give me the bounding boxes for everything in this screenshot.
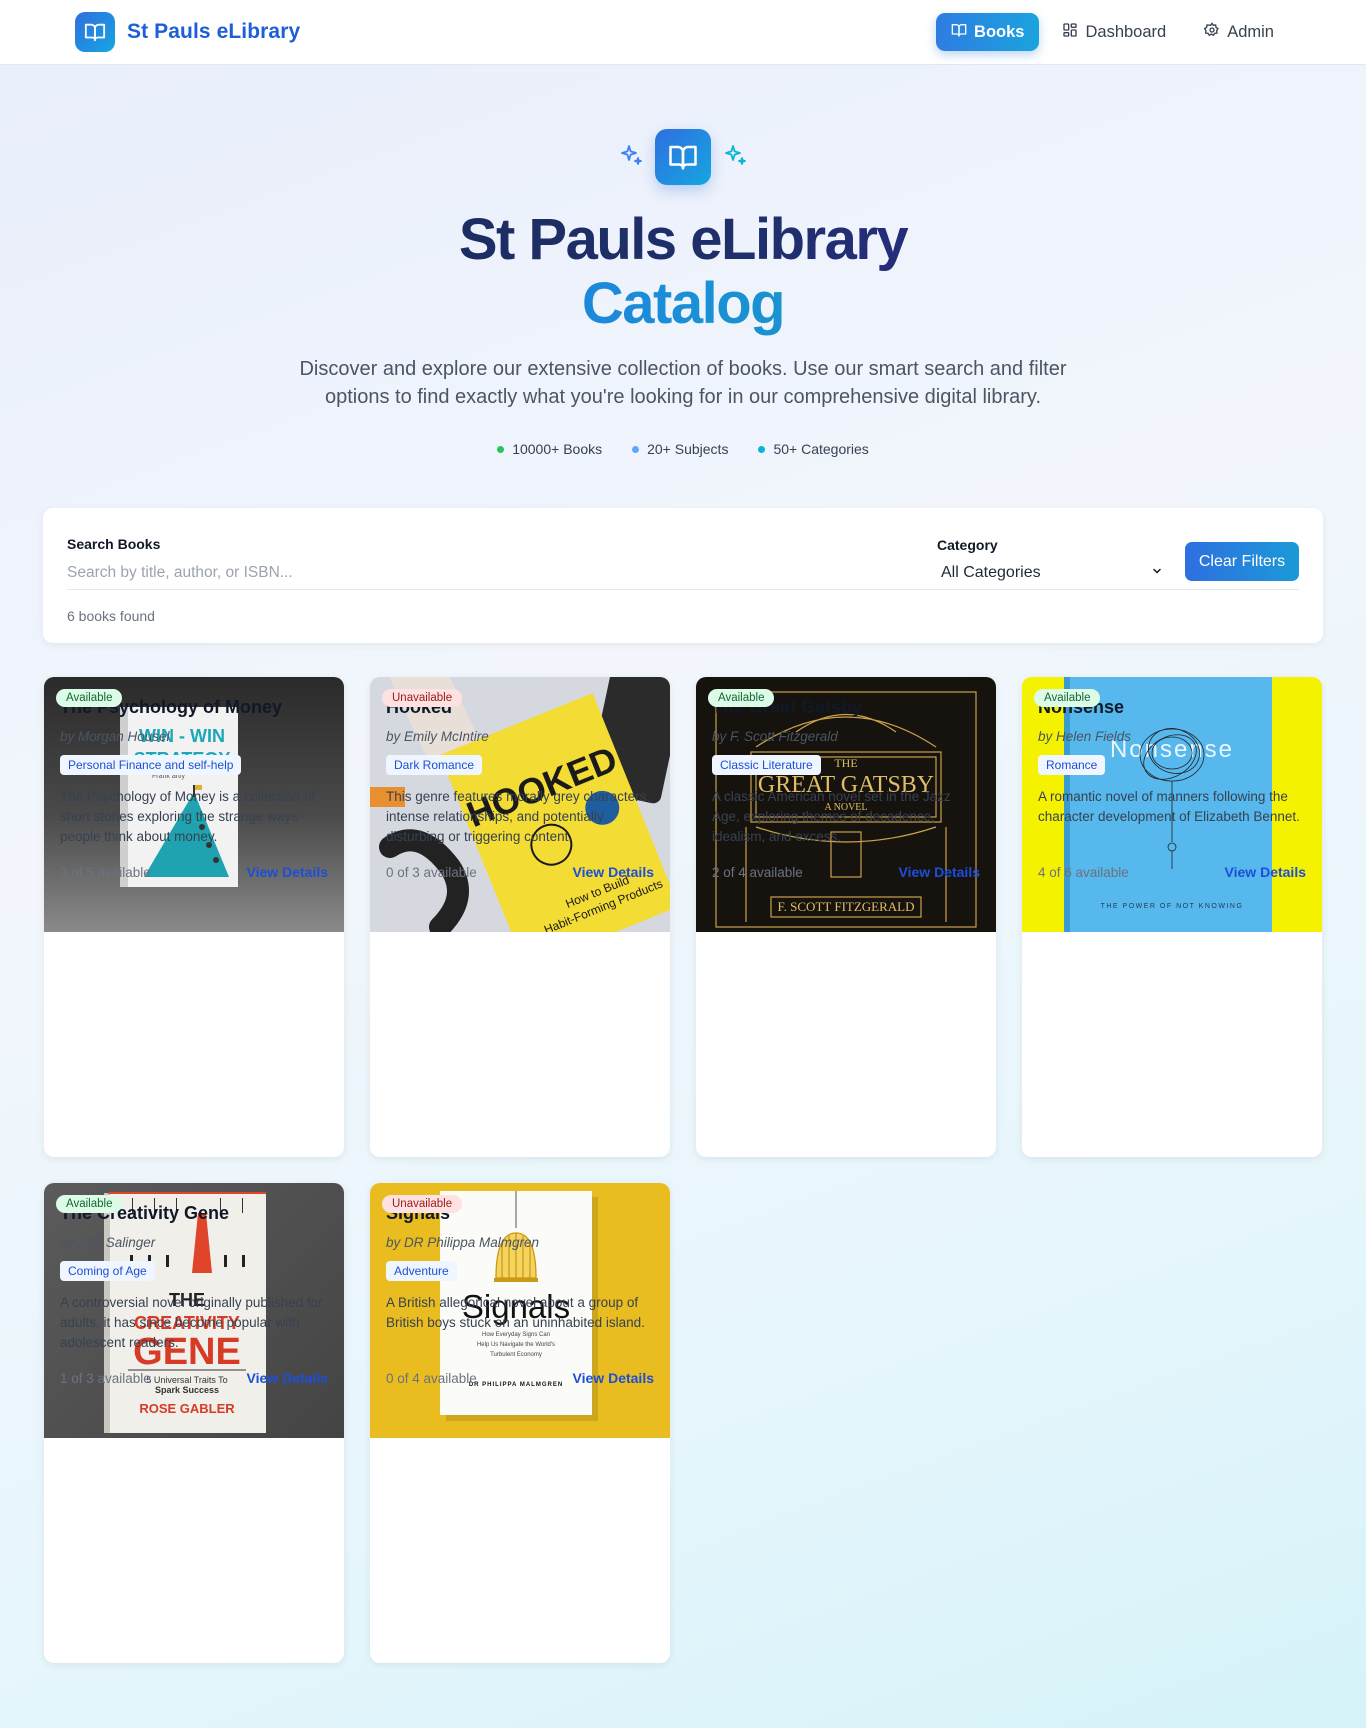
nav-item-dashboard[interactable]: Dashboard [1047, 13, 1181, 51]
brand[interactable]: St Pauls eLibrary [75, 12, 300, 52]
gear-icon [1203, 21, 1220, 43]
page-title-line1: St Pauls eLibrary [0, 208, 1366, 272]
book-grid: Available WIN - WIN STRATEGY Frank artly… [44, 677, 1324, 1663]
view-details-link[interactable]: View Details [1225, 864, 1306, 880]
hero-icons [0, 129, 1366, 185]
status-badge: Available [56, 1195, 123, 1213]
svg-text:F. SCOTT FITZGERALD: F. SCOTT FITZGERALD [777, 899, 914, 914]
book-author: by Helen Fields [1038, 729, 1132, 744]
nav-item-label: Dashboard [1085, 22, 1167, 41]
nav-menu: Books Dashboard Admin [936, 13, 1289, 51]
status-badge: Available [1034, 689, 1101, 707]
book-description: The Psychology of Money is a collection … [60, 789, 316, 844]
book-author: by DR Philippa Malmgren [386, 1235, 540, 1250]
book-description: This genre features morally grey charact… [386, 789, 651, 844]
nav-item-admin[interactable]: Admin [1189, 13, 1289, 51]
category-value: All Categories [941, 564, 1041, 581]
top-navbar: St Pauls eLibrary Books Dashboard Admin [0, 0, 1366, 65]
category-select[interactable]: All Categories [937, 558, 1167, 588]
status-badge: Unavailable [382, 1195, 463, 1213]
book-card[interactable]: Unavailable Signals How Everyday Signs C… [370, 1183, 670, 1663]
stats-row: 10000+ Books 20+ Subjects 50+ Categories [0, 441, 1366, 457]
stat-label: 50+ Categories [773, 441, 869, 457]
divider [67, 589, 1299, 590]
book-description: A classic American novel set in the Jazz… [712, 789, 951, 844]
book-description: A controversial novel originally publish… [60, 1295, 323, 1350]
status-badge: Available [56, 689, 123, 707]
stat-label: 20+ Subjects [647, 441, 729, 457]
view-details-link[interactable]: View Details [899, 864, 980, 880]
view-details-link[interactable]: View Details [573, 864, 654, 880]
book-author: by Emily McIntire [386, 729, 489, 744]
svg-text:Spark Success: Spark Success [155, 1385, 219, 1395]
book-card[interactable]: Available THE CREATIVITY GENE 5 Universa… [44, 1183, 344, 1663]
genre-tag: Romance [1038, 755, 1106, 775]
stat-subjects: 20+ Subjects [632, 441, 728, 457]
book-open-icon [951, 22, 967, 43]
svg-text:THE POWER OF NOT KNOWING: THE POWER OF NOT KNOWING [1101, 903, 1244, 910]
genre-tag: Personal Finance and self-help [60, 755, 242, 775]
book-open-icon [655, 129, 711, 185]
book-author: by F. Scott Fitzgerald [712, 729, 838, 744]
hero-description: Discover and explore our extensive colle… [299, 358, 1067, 408]
view-details-link[interactable]: View Details [247, 1370, 328, 1386]
status-dot [758, 445, 766, 453]
search-label: Search Books [67, 536, 161, 552]
svg-text:5 Universal Traits To: 5 Universal Traits To [146, 1375, 227, 1385]
book-description: A romantic novel of manners following th… [1038, 789, 1300, 824]
availability-text: 0 of 3 available [386, 865, 477, 880]
svg-text:Turbulent Economy: Turbulent Economy [490, 1352, 542, 1358]
nav-item-books[interactable]: Books [936, 13, 1040, 51]
svg-text:THE: THE [834, 756, 857, 770]
stat-books: 10000+ Books [497, 441, 602, 457]
sparkle-icon [723, 143, 747, 172]
book-author: by Morgan Housel [60, 729, 170, 744]
status-badge: Unavailable [382, 689, 463, 707]
availability-text: 1 of 3 available [60, 1371, 151, 1386]
category-label: Category [937, 537, 998, 553]
book-open-icon [75, 12, 115, 52]
genre-tag: Adventure [386, 1261, 457, 1281]
availability-text: 4 of 6 available [1038, 865, 1129, 880]
book-card[interactable]: Unavailable HOOKED How to Build Habit-Fo… [370, 677, 670, 1157]
filter-panel: Search Books Category All Categories Cle… [43, 508, 1323, 643]
svg-text:ROSE GABLER: ROSE GABLER [139, 1401, 235, 1416]
status-dot [632, 445, 640, 453]
book-card[interactable]: Available THE GREAT GATSBY A NOVEL F. SC… [696, 677, 996, 1157]
book-author: by J.D. Salinger [60, 1235, 156, 1250]
svg-text:DR PHILIPPA MALMGREN: DR PHILIPPA MALMGREN [469, 1382, 563, 1388]
availability-text: 2 of 4 available [712, 865, 803, 880]
svg-text:Help Us Navigate the World's: Help Us Navigate the World's [477, 1342, 555, 1348]
genre-tag: Coming of Age [60, 1261, 155, 1281]
chevron-down-icon [1151, 564, 1163, 582]
result-count: 6 books found [67, 608, 155, 624]
availability-text: 0 of 4 available [386, 1371, 477, 1386]
nav-item-label: Admin [1227, 22, 1274, 41]
book-card[interactable]: Available WIN - WIN STRATEGY Frank artly… [44, 677, 344, 1157]
availability-text: 3 of 5 available [60, 865, 151, 880]
sparkle-icon [619, 143, 643, 172]
brand-name: St Pauls eLibrary [127, 20, 301, 43]
search-input[interactable] [67, 559, 887, 587]
book-card[interactable]: Available Nonsense THE POWER OF NOT KNOW… [1022, 677, 1322, 1157]
status-dot [497, 445, 505, 453]
genre-tag: Classic Literature [712, 755, 821, 775]
status-badge: Available [708, 689, 775, 707]
page-title: St Pauls eLibrary Catalog [0, 208, 1366, 336]
nav-item-label: Books [974, 22, 1025, 41]
grid-icon [1062, 22, 1078, 43]
stat-label: 10000+ Books [512, 441, 603, 457]
book-description: A British allegorical novel about a grou… [386, 1295, 645, 1330]
view-details-link[interactable]: View Details [247, 864, 328, 880]
stat-categories: 50+ Categories [758, 441, 869, 457]
genre-tag: Dark Romance [386, 755, 483, 775]
clear-filters-button[interactable]: Clear Filters [1185, 542, 1299, 581]
view-details-link[interactable]: View Details [573, 1370, 654, 1386]
page-title-line2: Catalog [0, 272, 1366, 336]
